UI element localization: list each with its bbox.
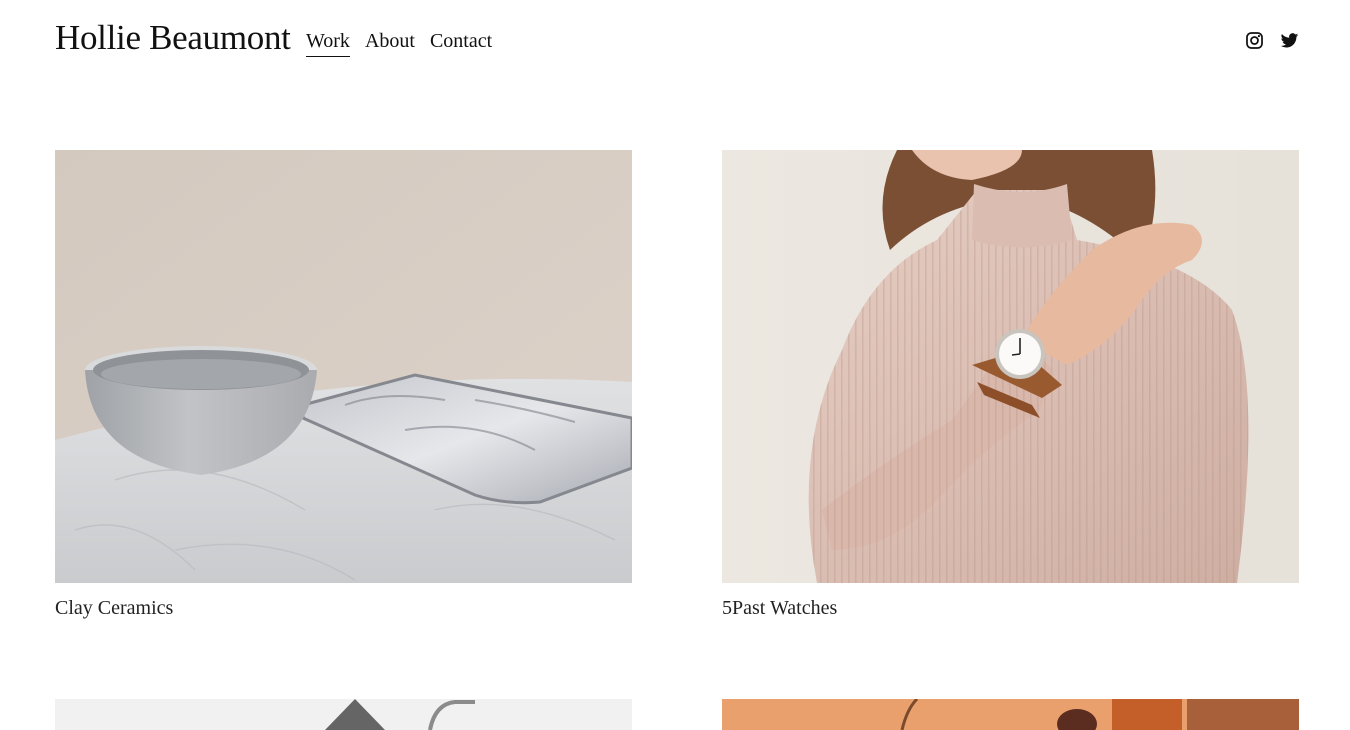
project-title-5past-watches[interactable]: 5Past Watches	[722, 597, 837, 620]
project-title-clay-ceramics[interactable]: Clay Ceramics	[55, 597, 173, 620]
nav-link-about[interactable]: About	[365, 28, 415, 57]
nav-link-contact[interactable]: Contact	[430, 28, 492, 57]
main-nav: Work About Contact	[306, 28, 492, 57]
site-header: Hollie Beaumont Work About Contact	[0, 0, 1350, 90]
project-image-row2-left[interactable]	[55, 699, 632, 730]
site-title[interactable]: Hollie Beaumont	[55, 18, 291, 58]
nav-link-work[interactable]: Work	[306, 28, 350, 57]
project-image-clay-ceramics[interactable]	[55, 150, 632, 583]
instagram-icon[interactable]	[1245, 31, 1264, 50]
project-image-5past-watches[interactable]	[722, 150, 1299, 583]
twitter-icon[interactable]	[1280, 31, 1299, 50]
social-links	[1245, 31, 1299, 50]
project-image-row2-right[interactable]	[722, 699, 1299, 730]
